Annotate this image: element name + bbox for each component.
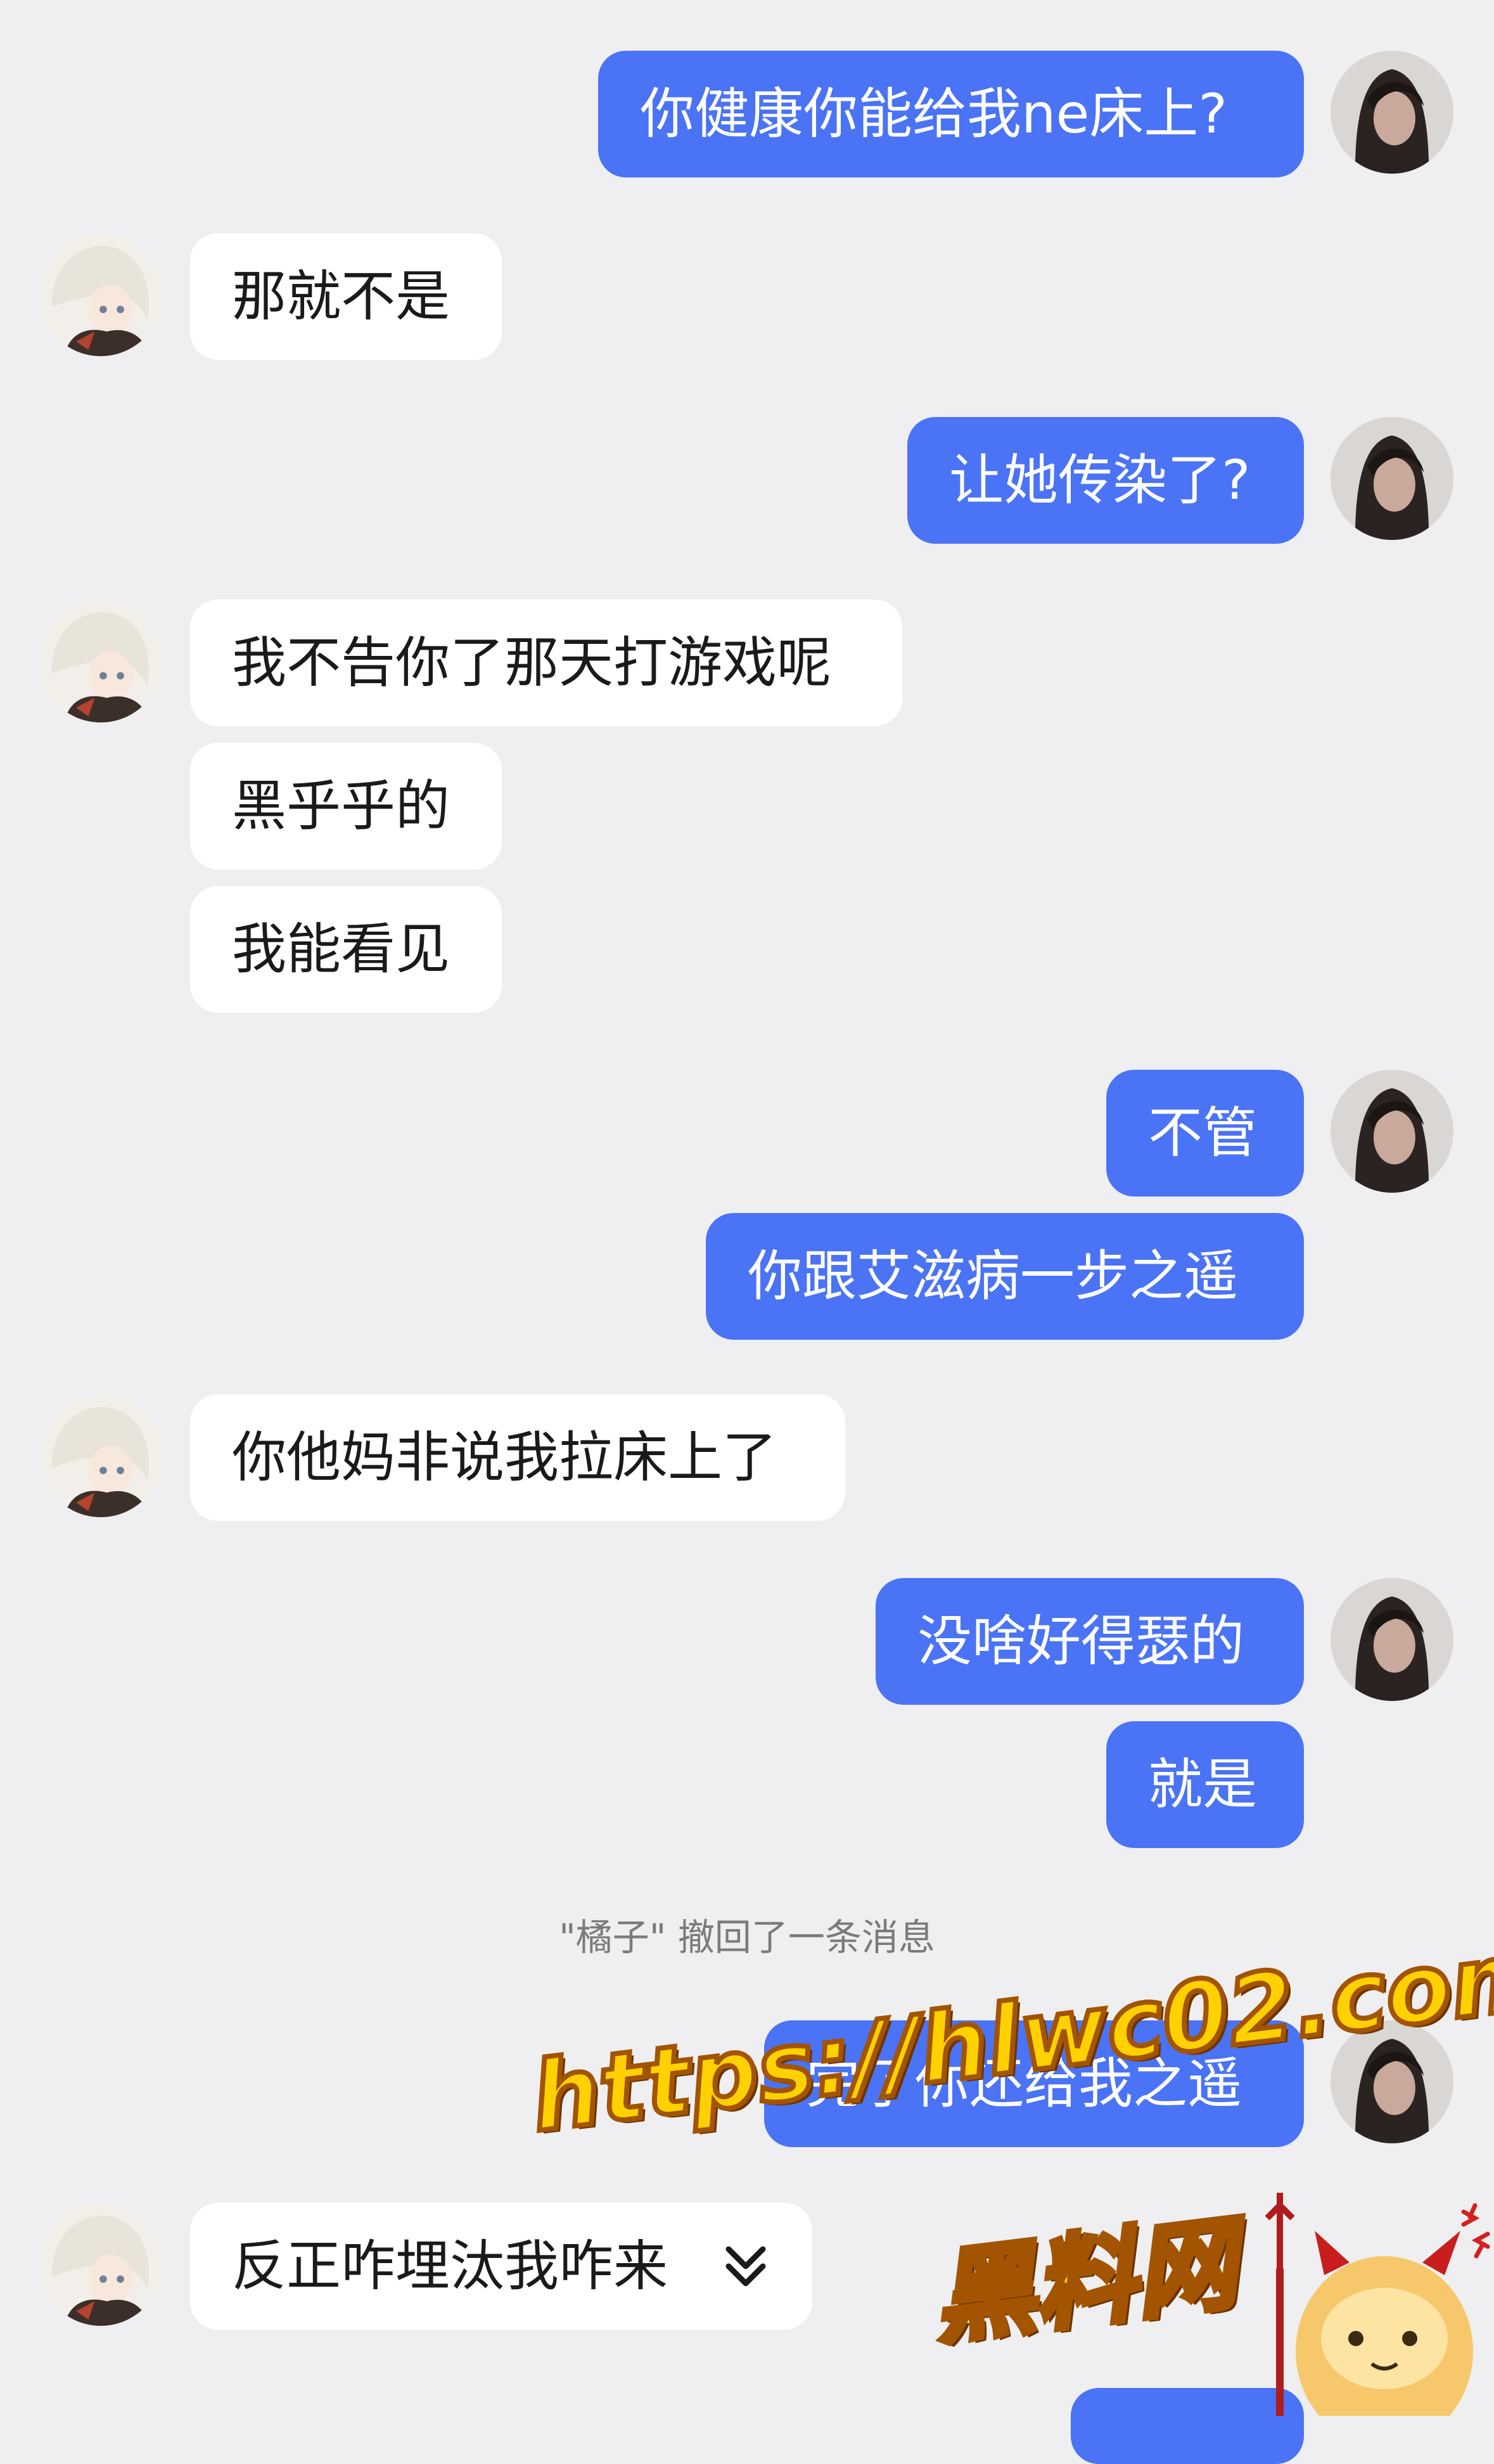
message-text: 反正咋埋汰我咋来 xyxy=(232,2235,668,2298)
my-avatar[interactable] xyxy=(1331,1578,1453,1701)
message-bubble-received[interactable]: 我能看见 xyxy=(190,886,502,1013)
anger-symbol-icon xyxy=(1461,2203,1490,2259)
contact-avatar[interactable] xyxy=(39,1394,162,1517)
contact-avatar-image xyxy=(39,233,162,356)
message-bubble-sent[interactable]: 不管 xyxy=(1106,1070,1304,1197)
my-avatar-image xyxy=(1331,1070,1453,1193)
contact-avatar-image xyxy=(39,2203,162,2326)
watermark-site-name: 黑料网 xyxy=(924,2201,1245,2361)
message-bubble-sent[interactable]: 让她传染了? xyxy=(907,417,1304,544)
contact-avatar[interactable] xyxy=(39,2203,162,2326)
my-avatar[interactable] xyxy=(1331,1070,1453,1193)
contact-avatar[interactable] xyxy=(39,233,162,356)
message-bubble-sent[interactable]: 没啥好得瑟的 xyxy=(876,1578,1304,1705)
contact-avatar-image xyxy=(39,1394,162,1517)
chevron-double-down-icon[interactable] xyxy=(717,2238,774,2295)
contact-avatar[interactable] xyxy=(39,600,162,722)
message-bubble-sent[interactable]: 你跟艾滋病一步之遥 xyxy=(706,1213,1304,1340)
my-avatar[interactable] xyxy=(1331,51,1453,174)
my-avatar[interactable] xyxy=(1331,417,1453,540)
message-bubble-sent[interactable]: 就是 xyxy=(1106,1721,1304,1848)
my-avatar-image xyxy=(1331,51,1453,174)
message-bubble-received[interactable]: 反正咋埋汰我咋来 xyxy=(190,2203,812,2330)
contact-avatar-image xyxy=(39,600,162,722)
my-avatar-image xyxy=(1331,1578,1453,1701)
message-bubble-sent[interactable]: 你健康你能给我ne床上? xyxy=(598,51,1304,177)
my-avatar-image xyxy=(1331,417,1453,540)
message-bubble-received[interactable]: 我不告你了那天打游戏呢 xyxy=(190,600,902,726)
message-bubble-received[interactable]: 你他妈非说我拉床上了 xyxy=(190,1394,845,1521)
message-bubble-received[interactable]: 黑乎乎的 xyxy=(190,743,502,869)
message-bubble-received[interactable]: 那就不是 xyxy=(190,233,502,360)
